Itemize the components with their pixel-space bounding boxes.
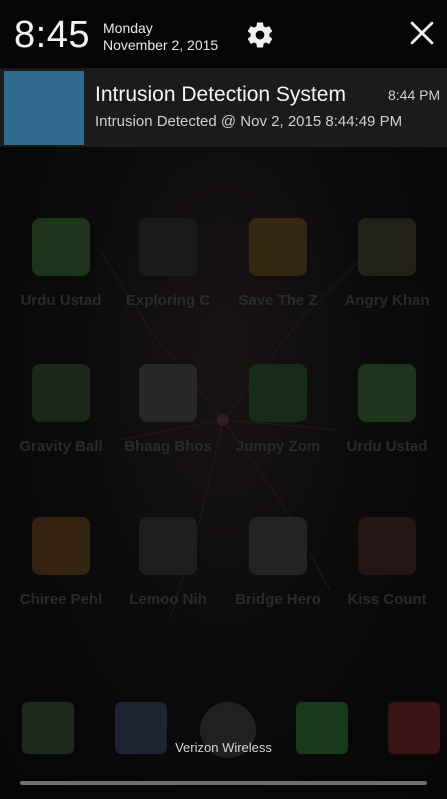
app-icon[interactable]: Gravity Ball — [11, 364, 111, 455]
gear-icon[interactable] — [245, 20, 275, 50]
app-icon-image — [139, 517, 197, 575]
app-icon-image — [32, 364, 90, 422]
app-icon[interactable]: Lemoo Nih — [118, 517, 218, 608]
app-label: Angry Khan — [344, 292, 430, 309]
notification-text: Intrusion Detected @ Nov 2, 2015 8:44:49… — [95, 113, 403, 130]
app-label: Exploring C — [125, 292, 211, 309]
carrier-label: Verizon Wireless — [175, 740, 272, 755]
app-label: Urdu Ustad — [346, 438, 428, 455]
app-label: Gravity Ball — [19, 438, 103, 455]
notification-app-icon — [4, 71, 84, 145]
app-label: Save The Z — [238, 292, 318, 309]
app-icon[interactable]: Jumpy Zom — [228, 364, 328, 455]
app-icon[interactable]: Kiss Count — [337, 517, 437, 608]
notification-header: 8:45 Monday November 2, 2015 — [0, 0, 447, 68]
app-label: Bridge Hero — [235, 591, 321, 608]
clock: 8:45 — [14, 14, 90, 56]
app-icon[interactable]: Urdu Ustad — [11, 218, 111, 309]
notification-title: Intrusion Detection System — [95, 83, 346, 106]
app-icon-image — [249, 364, 307, 422]
app-icon-image — [139, 364, 197, 422]
panel-drag-handle[interactable] — [20, 781, 427, 785]
app-icon-image — [358, 218, 416, 276]
app-icon-image — [358, 517, 416, 575]
date-block: Monday November 2, 2015 — [103, 20, 218, 54]
app-label: Jumpy Zom — [235, 438, 321, 455]
app-label: Lemoo Nih — [129, 591, 207, 608]
app-label: Chiree Pehl — [19, 591, 103, 608]
app-icon[interactable]: Chiree Pehl — [11, 517, 111, 608]
app-label: Urdu Ustad — [20, 292, 102, 309]
app-icon-image — [249, 517, 307, 575]
app-icon-image — [32, 218, 90, 276]
app-icon[interactable]: Bhaag Bhos — [118, 364, 218, 455]
app-icon[interactable]: Bridge Hero — [228, 517, 328, 608]
app-icon[interactable]: Save The Z — [228, 218, 328, 309]
notification-card[interactable]: Intrusion Detection System 8:44 PM Intru… — [0, 68, 447, 147]
app-icon[interactable]: Exploring C — [118, 218, 218, 309]
app-label: Bhaag Bhos — [124, 438, 212, 455]
app-icon-image — [358, 364, 416, 422]
app-icon-image — [249, 218, 307, 276]
day-label: Monday — [103, 20, 153, 36]
app-icon[interactable]: Angry Khan — [337, 218, 437, 309]
date-label: November 2, 2015 — [103, 37, 219, 53]
app-icon-image — [139, 218, 197, 276]
close-icon[interactable] — [405, 16, 439, 50]
app-label: Kiss Count — [347, 591, 427, 608]
app-icon-image — [32, 517, 90, 575]
app-icon[interactable]: Urdu Ustad — [337, 364, 437, 455]
notification-time: 8:44 PM — [388, 87, 441, 103]
